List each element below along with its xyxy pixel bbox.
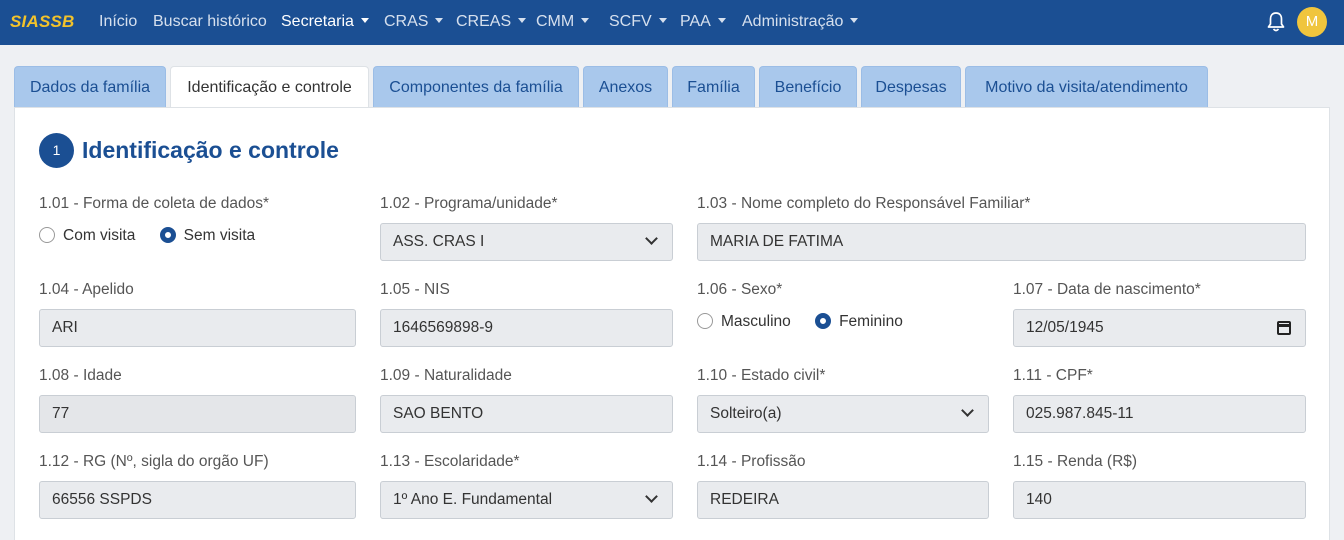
radio-masculino[interactable] xyxy=(697,313,713,329)
label-escolaridade: 1.13 - Escolaridade* xyxy=(380,453,520,470)
select-programa-unidade-value: ASS. CRAS I xyxy=(393,233,485,250)
radio-com-visita[interactable] xyxy=(39,227,55,243)
select-escolaridade-value: 1º Ano E. Fundamental xyxy=(393,491,553,508)
nav-cmm-label: CMM xyxy=(536,13,575,30)
chevron-down-icon xyxy=(645,490,658,503)
caret-down-icon xyxy=(717,18,726,23)
tab-familia[interactable]: Família xyxy=(672,66,755,108)
caret-down-icon xyxy=(658,18,667,23)
caret-down-icon xyxy=(518,18,527,23)
caret-down-icon xyxy=(435,18,444,23)
input-data-nascimento[interactable]: 12/05/1945 xyxy=(1013,309,1306,347)
nav-cmm[interactable]: CMM xyxy=(536,13,590,31)
label-rg: 1.12 - RG (Nº, sigla do orgão UF) xyxy=(39,453,269,470)
radio-group-sexo: Masculino Feminino xyxy=(697,313,903,331)
chevron-down-icon xyxy=(961,404,974,417)
input-naturalidade[interactable]: SAO BENTO xyxy=(380,395,673,433)
label-cpf: 1.11 - CPF* xyxy=(1013,367,1093,384)
label-estado-civil: 1.10 - Estado civil* xyxy=(697,367,826,384)
input-nis[interactable]: 1646569898-9 xyxy=(380,309,673,347)
input-nome-responsavel[interactable]: MARIA DE FATIMA xyxy=(697,223,1306,261)
label-nis: 1.05 - NIS xyxy=(380,281,450,298)
radio-feminino-label[interactable]: Feminino xyxy=(839,313,903,330)
tab-despesas[interactable]: Despesas xyxy=(861,66,961,108)
nav-paa[interactable]: PAA xyxy=(680,13,726,31)
nav-scfv[interactable]: SCFV xyxy=(609,13,667,31)
label-profissao: 1.14 - Profissão xyxy=(697,453,806,470)
select-escolaridade[interactable]: 1º Ano E. Fundamental xyxy=(380,481,673,519)
notification-bell-icon[interactable] xyxy=(1266,11,1286,33)
select-estado-civil[interactable]: Solteiro(a) xyxy=(697,395,989,433)
caret-down-icon xyxy=(360,18,369,23)
input-cpf[interactable]: 025.987.845-11 xyxy=(1013,395,1306,433)
radio-sem-visita[interactable] xyxy=(159,227,176,243)
input-profissao[interactable]: REDEIRA xyxy=(697,481,989,519)
nav-cras[interactable]: CRAS xyxy=(384,13,444,31)
calendar-icon[interactable] xyxy=(1277,321,1291,335)
top-navbar: SIASSB Início Buscar histórico Secretari… xyxy=(0,0,1344,45)
nav-buscar-historico[interactable]: Buscar histórico xyxy=(153,13,267,31)
nav-scfv-label: SCFV xyxy=(609,13,652,30)
nav-paa-label: PAA xyxy=(680,13,711,30)
label-nome-responsavel: 1.03 - Nome completo do Responsável Fami… xyxy=(697,195,1031,212)
label-data-nascimento: 1.07 - Data de nascimento* xyxy=(1013,281,1201,298)
input-rg[interactable]: 66556 SSPDS xyxy=(39,481,356,519)
brand-logo[interactable]: SIASSB xyxy=(10,12,75,32)
select-estado-civil-value: Solteiro(a) xyxy=(710,405,782,422)
input-renda[interactable]: 140 xyxy=(1013,481,1306,519)
label-forma-coleta: 1.01 - Forma de coleta de dados* xyxy=(39,195,270,212)
label-idade: 1.08 - Idade xyxy=(39,367,122,384)
tab-identificacao-e-controle[interactable]: Identificação e controle xyxy=(170,66,369,110)
step-number-badge: 1 xyxy=(39,133,74,168)
nav-administracao-label: Administração xyxy=(742,13,844,30)
nav-administracao[interactable]: Administração xyxy=(742,13,859,31)
tab-motivo-da-visita[interactable]: Motivo da visita/atendimento xyxy=(965,66,1208,108)
caret-down-icon xyxy=(581,18,590,23)
input-apelido[interactable]: ARI xyxy=(39,309,356,347)
nav-secretaria[interactable]: Secretaria xyxy=(281,13,369,31)
tab-componentes-da-familia[interactable]: Componentes da família xyxy=(373,66,579,108)
nav-cras-label: CRAS xyxy=(384,13,429,30)
radio-feminino[interactable] xyxy=(815,313,832,329)
radio-com-visita-label[interactable]: Com visita xyxy=(63,227,135,244)
label-naturalidade: 1.09 - Naturalidade xyxy=(380,367,512,384)
label-renda: 1.15 - Renda (R$) xyxy=(1013,453,1138,470)
radio-sem-visita-label[interactable]: Sem visita xyxy=(184,227,256,244)
label-sexo: 1.06 - Sexo* xyxy=(697,281,783,298)
radio-group-forma-coleta: Com visita Sem visita xyxy=(39,227,255,245)
caret-down-icon xyxy=(850,18,859,23)
radio-masculino-label[interactable]: Masculino xyxy=(721,313,791,330)
nav-secretaria-label: Secretaria xyxy=(281,13,354,30)
chevron-down-icon xyxy=(645,232,658,245)
nav-creas-label: CREAS xyxy=(456,13,512,30)
label-apelido: 1.04 - Apelido xyxy=(39,281,134,298)
input-data-nascimento-value: 12/05/1945 xyxy=(1026,319,1104,336)
user-avatar[interactable]: M xyxy=(1297,7,1327,37)
nav-inicio[interactable]: Início xyxy=(99,13,137,31)
input-idade: 77 xyxy=(39,395,356,433)
label-programa-unidade: 1.02 - Programa/unidade* xyxy=(380,195,558,212)
tab-anexos[interactable]: Anexos xyxy=(583,66,668,108)
tab-beneficio[interactable]: Benefício xyxy=(759,66,857,108)
nav-creas[interactable]: CREAS xyxy=(456,13,527,31)
section-title: Identificação e controle xyxy=(82,137,339,163)
select-programa-unidade[interactable]: ASS. CRAS I xyxy=(380,223,673,261)
tab-dados-da-familia[interactable]: Dados da família xyxy=(14,66,166,108)
